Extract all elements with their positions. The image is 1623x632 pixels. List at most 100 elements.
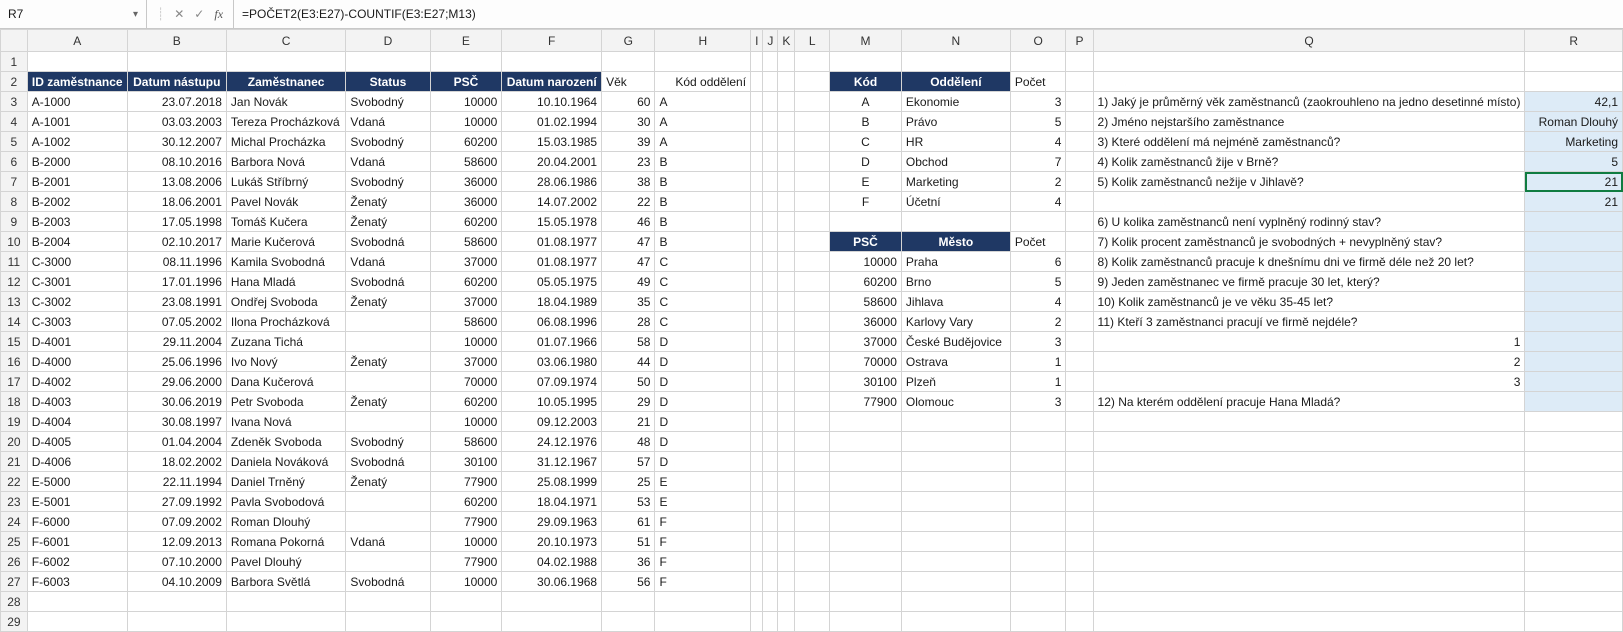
cell-R29[interactable] <box>1525 612 1623 632</box>
cell-J10[interactable] <box>763 232 778 252</box>
row-header-9[interactable]: 9 <box>1 212 28 232</box>
cell-N18[interactable]: Olomouc <box>901 392 1010 412</box>
row-header-11[interactable]: 11 <box>1 252 28 272</box>
cell-Q5[interactable]: 3) Které oddělení má nejméně zaměstnanců… <box>1093 132 1525 152</box>
cell-N12[interactable]: Brno <box>901 272 1010 292</box>
cell-R22[interactable] <box>1525 472 1623 492</box>
cell-J5[interactable] <box>763 132 778 152</box>
cell-J18[interactable] <box>763 392 778 412</box>
cell-J19[interactable] <box>763 412 778 432</box>
cell-G5[interactable]: 39 <box>602 132 655 152</box>
cell-F10[interactable]: 01.08.1977 <box>502 232 602 252</box>
cell-H5[interactable]: A <box>655 132 751 152</box>
cell-D12[interactable]: Svobodná <box>346 272 430 292</box>
cell-K5[interactable] <box>778 132 795 152</box>
row-header-8[interactable]: 8 <box>1 192 28 212</box>
cell-Q25[interactable] <box>1093 532 1525 552</box>
cell-M3[interactable]: A <box>830 92 902 112</box>
cell-R17[interactable] <box>1525 372 1623 392</box>
cell-L14[interactable] <box>795 312 830 332</box>
cell-P1[interactable] <box>1066 52 1093 72</box>
cell-A28[interactable] <box>27 592 127 612</box>
cell-K24[interactable] <box>778 512 795 532</box>
cell-H17[interactable]: D <box>655 372 751 392</box>
cell-Q15[interactable]: 1 <box>1093 332 1525 352</box>
cell-C20[interactable]: Zdeněk Svoboda <box>226 432 346 452</box>
cell-G9[interactable]: 46 <box>602 212 655 232</box>
cell-L12[interactable] <box>795 272 830 292</box>
cell-D22[interactable]: Ženatý <box>346 472 430 492</box>
cell-B16[interactable]: 25.06.1996 <box>127 352 226 372</box>
cell-H28[interactable] <box>655 592 751 612</box>
row-header-23[interactable]: 23 <box>1 492 28 512</box>
cell-J1[interactable] <box>763 52 778 72</box>
cell-I24[interactable] <box>751 512 763 532</box>
col-header-K[interactable]: K <box>778 30 795 52</box>
cell-G27[interactable]: 56 <box>602 572 655 592</box>
cell-H13[interactable]: C <box>655 292 751 312</box>
cell-E2[interactable]: PSČ <box>430 72 502 92</box>
cell-L17[interactable] <box>795 372 830 392</box>
cell-I19[interactable] <box>751 412 763 432</box>
cell-R28[interactable] <box>1525 592 1623 612</box>
cell-M7[interactable]: E <box>830 172 902 192</box>
cell-C5[interactable]: Michal Procházka <box>226 132 346 152</box>
cell-J29[interactable] <box>763 612 778 632</box>
cell-B20[interactable]: 01.04.2004 <box>127 432 226 452</box>
row-header-14[interactable]: 14 <box>1 312 28 332</box>
cell-P14[interactable] <box>1066 312 1093 332</box>
cell-M13[interactable]: 58600 <box>830 292 902 312</box>
cell-D7[interactable]: Svobodný <box>346 172 430 192</box>
cell-M23[interactable] <box>830 492 902 512</box>
cell-I21[interactable] <box>751 452 763 472</box>
cell-R18[interactable] <box>1525 392 1623 412</box>
cell-F28[interactable] <box>502 592 602 612</box>
cell-P7[interactable] <box>1066 172 1093 192</box>
cell-O2[interactable]: Počet <box>1010 72 1066 92</box>
cell-O19[interactable] <box>1010 412 1066 432</box>
cell-O16[interactable]: 1 <box>1010 352 1066 372</box>
cell-P10[interactable] <box>1066 232 1093 252</box>
cell-Q27[interactable] <box>1093 572 1525 592</box>
cell-N16[interactable]: Ostrava <box>901 352 1010 372</box>
cell-E4[interactable]: 10000 <box>430 112 502 132</box>
cell-I17[interactable] <box>751 372 763 392</box>
cell-E23[interactable]: 60200 <box>430 492 502 512</box>
cell-C9[interactable]: Tomáš Kučera <box>226 212 346 232</box>
cell-I1[interactable] <box>751 52 763 72</box>
cell-M15[interactable]: 37000 <box>830 332 902 352</box>
cell-B3[interactable]: 23.07.2018 <box>127 92 226 112</box>
cell-B17[interactable]: 29.06.2000 <box>127 372 226 392</box>
cell-G11[interactable]: 47 <box>602 252 655 272</box>
cell-O12[interactable]: 5 <box>1010 272 1066 292</box>
cell-I11[interactable] <box>751 252 763 272</box>
cell-L24[interactable] <box>795 512 830 532</box>
cell-K18[interactable] <box>778 392 795 412</box>
cell-F16[interactable]: 03.06.1980 <box>502 352 602 372</box>
cell-D1[interactable] <box>346 52 430 72</box>
cell-F14[interactable]: 06.08.1996 <box>502 312 602 332</box>
cell-P18[interactable] <box>1066 392 1093 412</box>
cell-B18[interactable]: 30.06.2019 <box>127 392 226 412</box>
cell-K23[interactable] <box>778 492 795 512</box>
cell-R4[interactable]: Roman Dlouhý <box>1525 112 1623 132</box>
cell-J14[interactable] <box>763 312 778 332</box>
row-header-2[interactable]: 2 <box>1 72 28 92</box>
cell-J11[interactable] <box>763 252 778 272</box>
cell-B4[interactable]: 03.03.2003 <box>127 112 226 132</box>
cell-A7[interactable]: B-2001 <box>27 172 127 192</box>
cell-G13[interactable]: 35 <box>602 292 655 312</box>
cell-P21[interactable] <box>1066 452 1093 472</box>
cell-N27[interactable] <box>901 572 1010 592</box>
cell-Q29[interactable] <box>1093 612 1525 632</box>
cell-K1[interactable] <box>778 52 795 72</box>
cell-A19[interactable]: D-4004 <box>27 412 127 432</box>
cell-C22[interactable]: Daniel Trněný <box>226 472 346 492</box>
col-header-I[interactable]: I <box>751 30 763 52</box>
cell-L10[interactable] <box>795 232 830 252</box>
cell-I22[interactable] <box>751 472 763 492</box>
col-header-M[interactable]: M <box>830 30 902 52</box>
cell-P26[interactable] <box>1066 552 1093 572</box>
cell-C28[interactable] <box>226 592 346 612</box>
cell-B5[interactable]: 30.12.2007 <box>127 132 226 152</box>
